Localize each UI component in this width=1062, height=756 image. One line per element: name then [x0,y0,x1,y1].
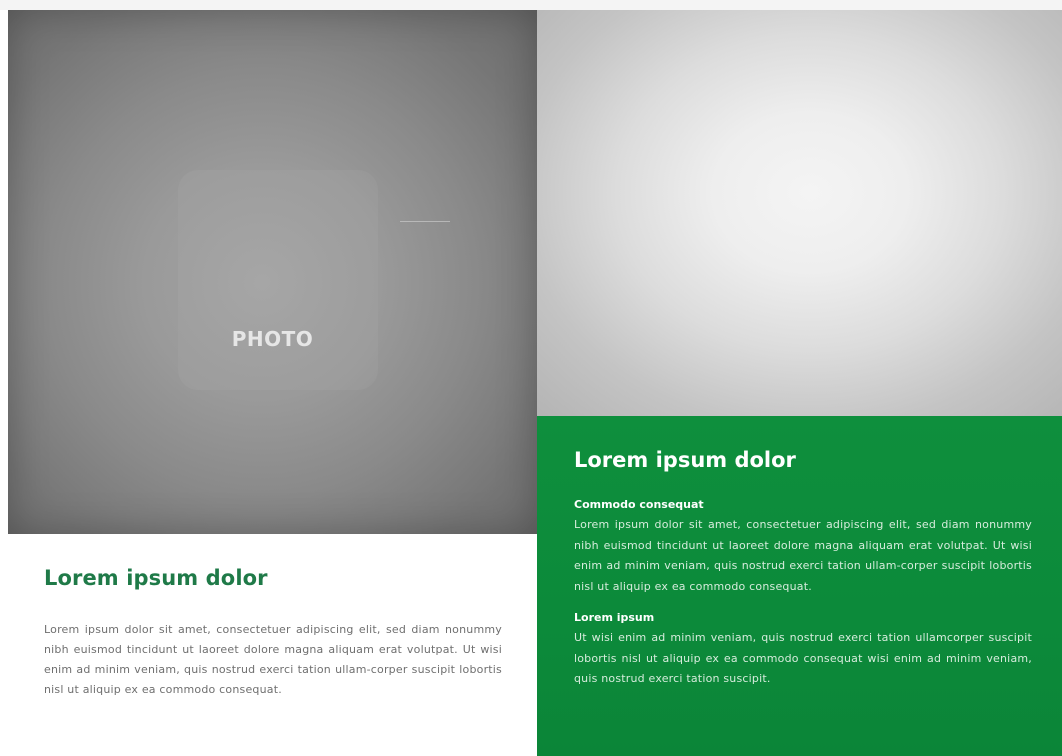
right-text-block: Lorem ipsum dolor Commodo consequat Lore… [574,448,1032,690]
green-info-panel: Lorem ipsum dolor Commodo consequat Lore… [537,416,1062,756]
photo-label: PHOTO [231,327,314,351]
section-heading-commodo: Commodo consequat [574,498,704,511]
left-heading: Lorem ipsum dolor [44,566,268,590]
top-strip [0,0,1062,10]
photo-placeholder-left: PHOTO [8,10,537,534]
left-text-block: Lorem ipsum dolor Lorem ipsum dolor sit … [44,566,502,700]
right-heading: Lorem ipsum dolor [574,448,796,472]
photo-placeholder-right [537,10,1062,416]
photo-ghost-shape [178,170,378,390]
left-paragraph: Lorem ipsum dolor sit amet, consectetuer… [44,623,502,696]
photo-faint-line [400,221,450,222]
section-paragraph-commodo: Lorem ipsum dolor sit amet, consectetuer… [574,518,1032,593]
section-paragraph-lorem: Ut wisi enim ad minim veniam, quis nostr… [574,631,1032,685]
section-heading-lorem: Lorem ipsum [574,611,655,624]
